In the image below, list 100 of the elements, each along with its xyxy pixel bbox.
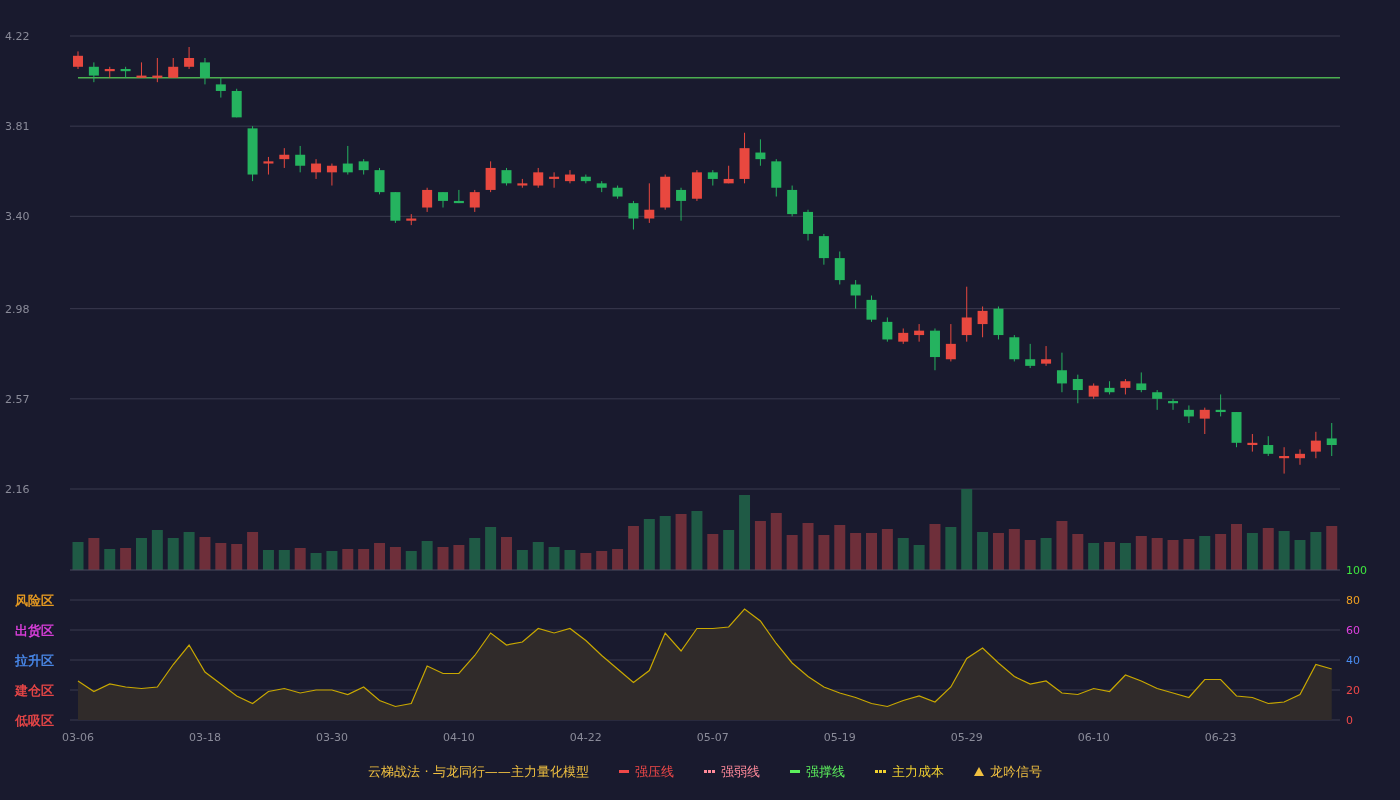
volume-bar bbox=[596, 551, 608, 570]
volume-bar bbox=[183, 532, 195, 570]
volume-bar bbox=[1119, 543, 1131, 570]
candlestick bbox=[977, 306, 988, 338]
candlestick bbox=[660, 174, 671, 211]
volume-bar bbox=[247, 532, 259, 570]
candlestick bbox=[485, 160, 496, 193]
volume-bar bbox=[850, 533, 862, 570]
volume-bar bbox=[453, 545, 465, 570]
candlestick bbox=[580, 174, 591, 184]
candlestick bbox=[533, 167, 544, 189]
volume-bar bbox=[834, 525, 846, 570]
candlestick bbox=[961, 286, 972, 343]
volume-bar bbox=[310, 553, 322, 570]
candlestick bbox=[311, 158, 322, 180]
axis-label: 2.16 bbox=[5, 483, 30, 496]
candlestick bbox=[231, 88, 242, 118]
candlestick bbox=[1072, 374, 1083, 404]
candlestick bbox=[818, 233, 829, 266]
volume-bar bbox=[485, 527, 497, 570]
candlestick bbox=[898, 327, 909, 345]
candlestick bbox=[1310, 431, 1321, 459]
volume-bar bbox=[1072, 534, 1084, 570]
axis-label: 0 bbox=[1346, 714, 1353, 727]
zone-label: 低吸区 bbox=[15, 713, 54, 728]
candlestick bbox=[1120, 378, 1131, 395]
volume-bar bbox=[326, 551, 338, 570]
candlestick bbox=[342, 145, 353, 176]
candlestick bbox=[1025, 343, 1036, 369]
volume-bar bbox=[1040, 538, 1052, 570]
candlestick bbox=[612, 185, 623, 200]
volume-bar bbox=[516, 550, 528, 570]
legend-label: 强弱线 bbox=[720, 763, 760, 781]
candlestick bbox=[1295, 448, 1305, 466]
axis-label: 3.40 bbox=[5, 210, 30, 224]
candlestick bbox=[517, 178, 528, 189]
candlestick bbox=[152, 57, 163, 83]
volume-bar bbox=[612, 549, 624, 570]
volume-bar bbox=[104, 549, 116, 570]
candlestick bbox=[1136, 371, 1147, 393]
volume-bar bbox=[1262, 528, 1274, 570]
volume-bar bbox=[1310, 532, 1322, 570]
axis-label: 06-10 bbox=[1077, 731, 1110, 744]
candlestick bbox=[596, 180, 607, 193]
candlestick bbox=[1088, 382, 1099, 400]
candlestick bbox=[1279, 446, 1290, 475]
volume-bar bbox=[199, 537, 211, 570]
candlestick bbox=[676, 187, 687, 222]
axis-label: 04-10 bbox=[442, 731, 475, 744]
axis-label: 100 bbox=[1346, 564, 1367, 577]
candlestick bbox=[993, 306, 1004, 340]
candlestick bbox=[914, 323, 925, 343]
candlestick bbox=[120, 66, 131, 79]
candlestick bbox=[1104, 380, 1115, 395]
volume-bar bbox=[929, 524, 941, 570]
volume-bar bbox=[881, 529, 893, 570]
zone-label: 风险区 bbox=[15, 593, 54, 608]
candlestick bbox=[707, 169, 718, 187]
axis-label: 06-23 bbox=[1204, 731, 1237, 744]
axis-label: 2.98 bbox=[5, 302, 30, 316]
volume-bar bbox=[532, 542, 544, 570]
volume-bar bbox=[1246, 533, 1258, 570]
volume-bar bbox=[120, 548, 132, 570]
candlestick bbox=[104, 66, 115, 79]
axis-label: 4.22 bbox=[5, 30, 30, 43]
volume-bar bbox=[342, 549, 354, 570]
candlestick bbox=[1326, 422, 1337, 457]
candlestick bbox=[390, 191, 401, 224]
axis-label: 40 bbox=[1346, 654, 1360, 667]
candlestick bbox=[184, 46, 195, 70]
volume-bar bbox=[1278, 531, 1290, 570]
volume-bar bbox=[278, 550, 290, 570]
volume-bar bbox=[437, 547, 449, 570]
candlestick bbox=[1247, 433, 1258, 453]
axis-label: 05-19 bbox=[823, 731, 856, 744]
volume-bar bbox=[72, 542, 84, 570]
volume-bar bbox=[1326, 526, 1338, 570]
candlestick bbox=[1009, 334, 1020, 362]
candlestick bbox=[501, 167, 512, 187]
axis-label: 03-18 bbox=[189, 731, 221, 744]
axis-label: 2.57 bbox=[5, 392, 30, 406]
candlestick bbox=[199, 57, 210, 85]
legend-label: 主力成本 bbox=[891, 763, 944, 781]
candlestick bbox=[866, 295, 877, 323]
legend-title: 云梯战法 · 与龙同行——主力量化模型 bbox=[368, 763, 589, 781]
candlestick bbox=[787, 185, 798, 217]
axis-label: 05-07 bbox=[696, 731, 729, 744]
zone-label: 建仓区 bbox=[15, 683, 54, 698]
volume-bar bbox=[754, 521, 766, 570]
candlestick bbox=[406, 213, 417, 226]
candlestick bbox=[469, 189, 480, 213]
candlestick bbox=[644, 182, 655, 224]
volume-bar bbox=[723, 530, 735, 570]
volume-bar bbox=[136, 538, 147, 570]
volume-bar bbox=[802, 523, 814, 570]
volume-bar bbox=[1024, 540, 1036, 570]
volume-bar bbox=[469, 538, 481, 570]
volume-bar bbox=[548, 547, 560, 570]
volume-bar bbox=[770, 513, 782, 570]
candlestick bbox=[882, 317, 893, 343]
